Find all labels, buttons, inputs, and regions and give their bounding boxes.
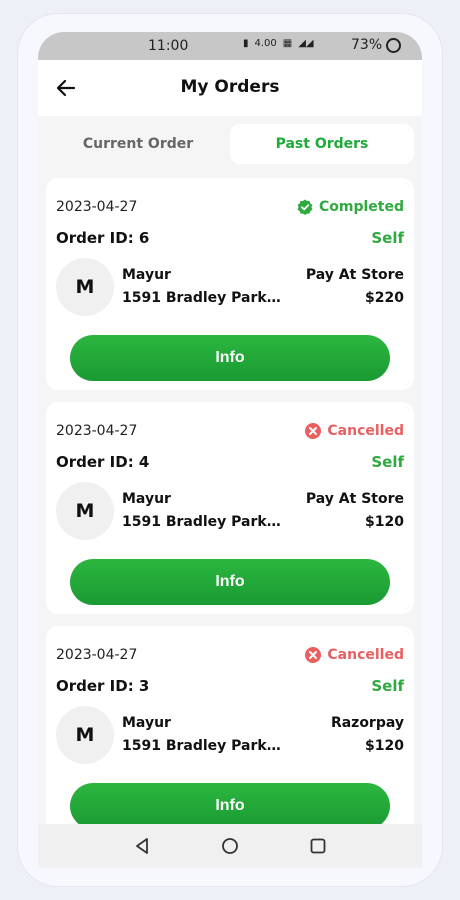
order-type: Self — [371, 677, 404, 695]
payment-method: Pay At Store — [305, 267, 404, 283]
order-id: Order ID: 3 — [56, 677, 150, 695]
avatar: M — [56, 482, 114, 540]
info-button[interactable]: Info — [70, 783, 390, 829]
order-price: $220 — [365, 290, 404, 306]
tab-current-order[interactable]: Current Order — [46, 124, 230, 164]
customer-address: 1591 Bradley Park Dr,... — [122, 738, 282, 754]
app-bar: My Orders — [38, 60, 422, 116]
order-price: $120 — [365, 514, 404, 530]
vibrate-icon: ▮ — [243, 38, 249, 49]
avatar: M — [56, 706, 114, 764]
status-bar: 11:00 ▮ 4.00 ▦ ◢◢ 73% — [38, 32, 422, 60]
info-button[interactable]: Info — [70, 335, 390, 381]
order-date: 2023-04-27 — [56, 647, 138, 663]
nav-back-icon[interactable] — [132, 836, 152, 856]
customer-address: 1591 Bradley Park Dr,... — [122, 514, 282, 530]
order-card: 2023-04-27 Cancelled Order ID: 3 Self M … — [46, 626, 414, 838]
avatar: M — [56, 258, 114, 316]
battery-icon — [386, 37, 402, 53]
order-type: Self — [371, 453, 404, 471]
order-card: 2023-04-27 Completed Order ID: 6 Self M … — [46, 178, 414, 390]
battery-percent: 73% — [351, 37, 383, 53]
order-type: Self — [371, 229, 404, 247]
payment-method: Pay At Store — [305, 491, 404, 507]
battery-indicator: 73% — [351, 37, 402, 53]
customer-name: Mayur — [122, 715, 171, 731]
nav-home-icon[interactable] — [220, 836, 240, 856]
order-date: 2023-04-27 — [56, 423, 138, 439]
cancel-icon — [305, 423, 322, 439]
signal-icon: ◢◢ — [298, 38, 314, 49]
status-icons: ▮ 4.00 ▦ ◢◢ — [243, 38, 314, 49]
order-date: 2023-04-27 — [56, 199, 138, 215]
info-button[interactable]: Info — [70, 559, 390, 605]
order-status: Cancelled — [305, 423, 404, 439]
order-tabs: Current Order Past Orders — [46, 124, 414, 168]
order-card: 2023-04-27 Cancelled Order ID: 4 Self M … — [46, 402, 414, 614]
customer-name: Mayur — [122, 491, 171, 507]
customer-address: 1591 Bradley Park Dr,... — [122, 290, 282, 306]
order-status: Cancelled — [305, 647, 404, 663]
order-status-label: Cancelled — [327, 647, 404, 663]
order-id: Order ID: 4 — [56, 453, 150, 471]
orders-list: 2023-04-27 Completed Order ID: 6 Self M … — [46, 178, 414, 850]
screen: 11:00 ▮ 4.00 ▦ ◢◢ 73% My Orders Current … — [38, 32, 422, 868]
order-price: $120 — [365, 738, 404, 754]
payment-method: Razorpay — [330, 715, 404, 731]
customer-name: Mayur — [122, 267, 171, 283]
network-speed: 4.00 — [254, 38, 277, 49]
order-status-label: Completed — [318, 199, 404, 215]
volte-icon: ▦ — [282, 38, 293, 49]
order-status: Completed — [297, 199, 404, 215]
page-title: My Orders — [180, 77, 280, 97]
tab-past-orders[interactable]: Past Orders — [230, 124, 414, 164]
cancel-icon — [305, 647, 322, 663]
system-nav-bar — [38, 824, 422, 868]
order-id: Order ID: 6 — [56, 229, 150, 247]
status-time: 11:00 — [148, 38, 189, 54]
nav-recents-icon[interactable] — [308, 836, 328, 856]
order-status-label: Cancelled — [327, 423, 404, 439]
check-badge-icon — [297, 199, 313, 215]
